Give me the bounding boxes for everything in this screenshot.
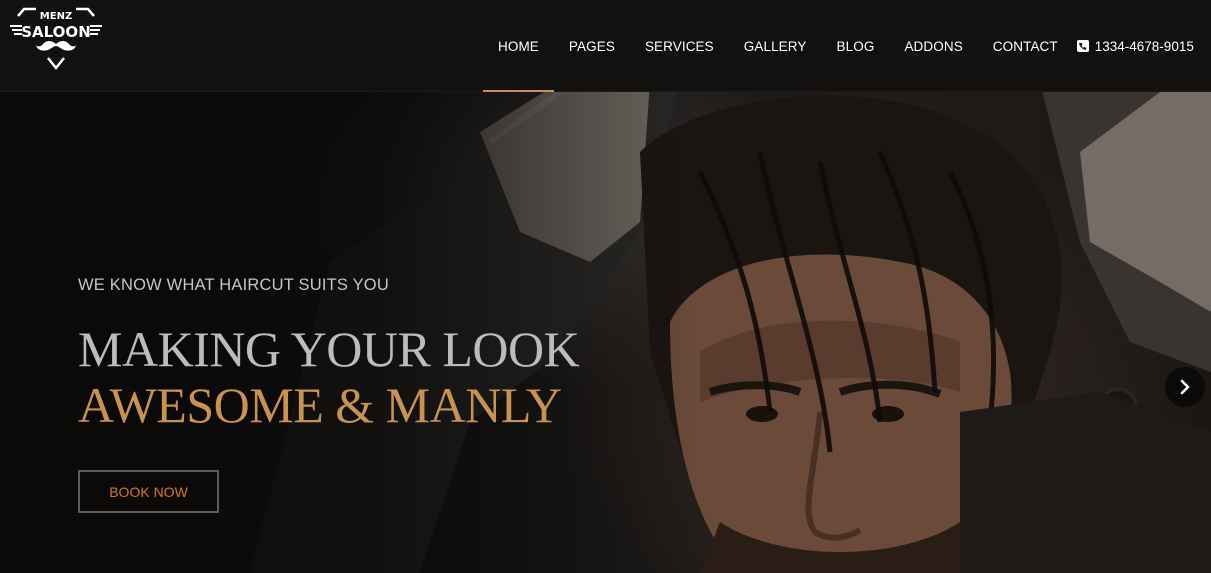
slider-next-button[interactable] (1165, 367, 1205, 407)
nav-item-gallery[interactable]: GALLERY (729, 0, 822, 92)
phone-text: 1334-4678-9015 (1094, 38, 1194, 54)
nav-item-home[interactable]: HOME (483, 0, 554, 92)
book-now-button[interactable]: BOOK NOW (78, 470, 219, 513)
phone-icon (1076, 40, 1089, 52)
hero-headline-line2: AWESOME & MANLY (78, 377, 562, 433)
hero-content: WE KNOW WHAT HAIRCUT SUITS YOU MAKING YO… (78, 274, 580, 513)
nav-item-pages[interactable]: PAGES (554, 0, 630, 92)
logo[interactable]: MENZ SALOON (8, 6, 104, 72)
logo-top-text: MENZ (40, 11, 72, 22)
hero-headline-line1: MAKING YOUR LOOK (78, 321, 580, 377)
hero-tagline: WE KNOW WHAT HAIRCUT SUITS YOU (78, 276, 389, 294)
phone-number[interactable]: 1334-4678-9015 (1076, 38, 1194, 54)
logo-main-text: SALOON (21, 23, 91, 41)
mustache-icon (36, 41, 76, 51)
main-nav: HOME PAGES SERVICES GALLERY BLOG ADDONS … (483, 0, 1194, 92)
logo-mark: MENZ SALOON (10, 7, 102, 71)
nav-item-addons[interactable]: ADDONS (889, 0, 977, 92)
nav-item-services[interactable]: SERVICES (630, 0, 729, 92)
nav-item-contact[interactable]: CONTACT (978, 0, 1073, 92)
hero-slider: WE KNOW WHAT HAIRCUT SUITS YOU MAKING YO… (0, 92, 1211, 573)
chevron-right-icon (1180, 379, 1190, 395)
site-header: MENZ SALOON HOME PAGES SERVICES GALLERY … (0, 0, 1211, 92)
nav-item-blog[interactable]: BLOG (822, 0, 890, 92)
